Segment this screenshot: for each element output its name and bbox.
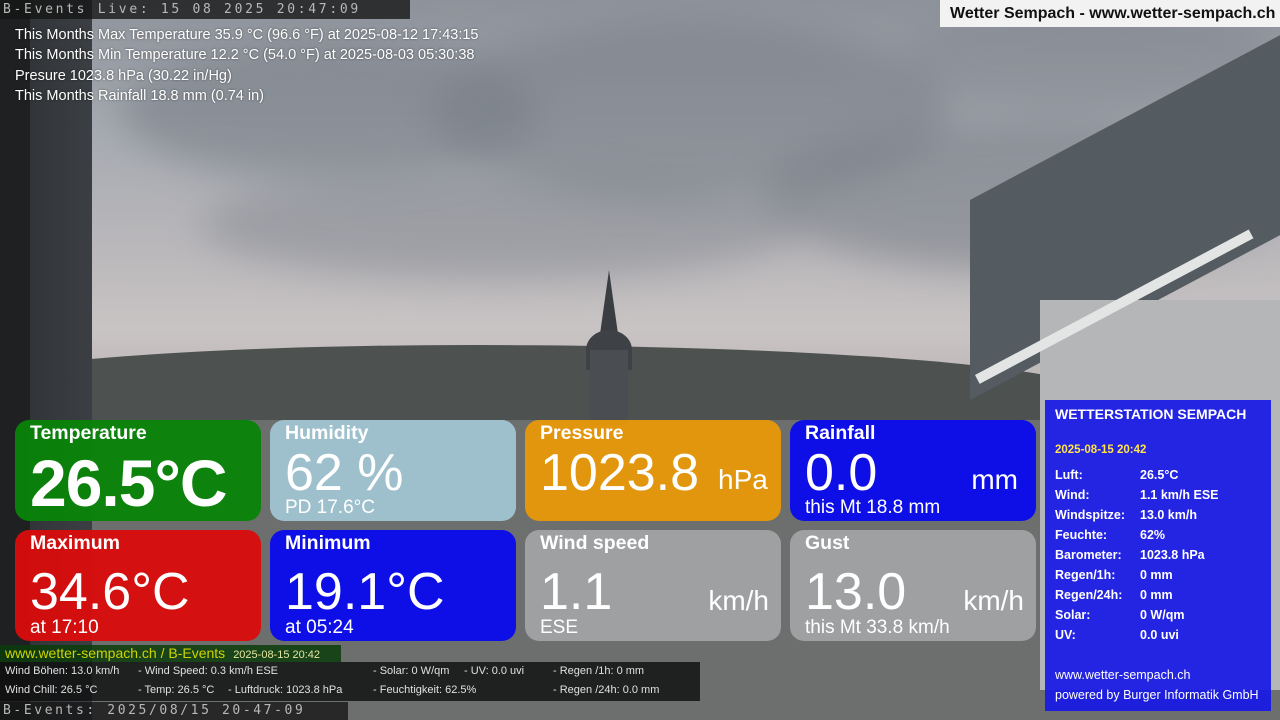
maximum-label: Maximum (30, 532, 120, 554)
rainfall-tile: Rainfall 0.0 mm this Mt 18.8 mm (790, 420, 1036, 521)
site-badge: Wetter Sempach - www.wetter-sempach.ch (940, 0, 1280, 27)
humidity-label: Humidity (285, 422, 369, 444)
ticker-item: - UV: 0.0 uvi (464, 665, 525, 677)
rainfall-label: Rainfall (805, 422, 876, 444)
minimum-time: at 05:24 (285, 617, 354, 638)
station-title: WETTERSTATION SEMPACH (1055, 406, 1247, 422)
pressure-tile: Pressure 1023.8 hPa (525, 420, 781, 521)
ticker-date: 2025-08-15 20:42 (233, 649, 321, 661)
wind-direction: ESE (540, 617, 579, 638)
wind-speed-label: Wind speed (540, 532, 650, 554)
station-row-barometer: Barometer: 1023.8 hPa (1055, 548, 1205, 562)
pressure-unit: hPa (718, 464, 768, 495)
event-timestamp: B-Events: 2025/08/15 20-47-09 (0, 702, 348, 720)
station-footer-credit: powered by Burger Informatik GmbH (1055, 688, 1259, 702)
minimum-tile: Minimum 19.1°C at 05:24 (270, 530, 516, 641)
station-row-wind: Wind: 1.1 km/h ESE (1055, 488, 1219, 502)
station-row-humidity: Feuchte: 62% (1055, 528, 1166, 542)
minimum-value: 19.1°C (285, 563, 445, 621)
ticker-bar: Wind Böhen: 13.0 km/h - Wind Speed: 0.3 … (0, 662, 700, 701)
month-max-temp: This Months Max Temperature 35.9 °C (96.… (15, 27, 479, 43)
ticker-item: Wind Chill: 26.5 °C (5, 684, 98, 696)
ticker-site: www.wetter-sempach.ch / B-Events (5, 645, 226, 661)
live-timestamp: B-Events Live: 15 08 2025 20:47:09 (0, 0, 410, 19)
humidity-tile: Humidity 62 % PD 17.6°C (270, 420, 516, 521)
rainfall-unit: mm (971, 464, 1018, 495)
rainfall-month: this Mt 18.8 mm (805, 497, 941, 518)
station-row-uv: UV: 0.0 uvi (1055, 628, 1179, 642)
maximum-time: at 17:10 (30, 617, 99, 638)
ticker-item: - Solar: 0 W/qm (373, 665, 450, 677)
ticker-item: - Temp: 26.5 °C (138, 684, 215, 696)
temperature-label: Temperature (30, 422, 147, 444)
gust-unit: km/h (963, 585, 1024, 616)
minimum-label: Minimum (285, 532, 371, 554)
maximum-tile: Maximum 34.6°C at 17:10 (15, 530, 261, 641)
humidity-value: 62 % (285, 444, 404, 502)
station-row-rain-1h: Regen/1h: 0 mm (1055, 568, 1173, 582)
gust-month: this Mt 33.8 km/h (805, 617, 950, 638)
station-row-rain-24h: Regen/24h: 0 mm (1055, 588, 1173, 602)
month-min-temp: This Months Min Temperature 12.2 °C (54.… (15, 47, 475, 64)
ticker-item: - Feuchtigkeit: 62.5% (373, 684, 477, 696)
temperature-tile: Temperature 26.5°C (15, 420, 261, 521)
pressure-label: Pressure (540, 422, 624, 444)
station-date: 2025-08-15 20:42 (1055, 444, 1147, 456)
month-pressure: Presure 1023.8 hPa (30.22 in/Hg) (15, 67, 232, 84)
ticker-item: - Wind Speed: 0.3 km/h ESE (138, 665, 279, 677)
ticker-item: Wind Böhen: 13.0 km/h (5, 665, 120, 677)
ticker-header: www.wetter-sempach.ch / B-Events 2025-08-… (0, 645, 341, 662)
gust-tile: Gust 13.0 km/h this Mt 33.8 km/h (790, 530, 1036, 641)
gust-label: Gust (805, 532, 850, 554)
ticker-item: - Luftdruck: 1023.8 hPa (228, 684, 343, 696)
rainfall-value: 0.0 (805, 444, 878, 502)
wind-speed-value: 1.1 (540, 563, 613, 621)
maximum-value: 34.6°C (30, 563, 190, 621)
wind-speed-tile: Wind speed 1.1 km/h ESE (525, 530, 781, 641)
gust-value: 13.0 (805, 563, 907, 621)
pressure-value: 1023.8 (540, 444, 700, 502)
month-stats: This Months Max Temperature 35.9 °C (96.… (15, 25, 479, 106)
church-spire (600, 270, 618, 334)
temperature-value: 26.5°C (30, 446, 228, 520)
wind-speed-unit: km/h (708, 585, 769, 616)
month-rainfall: This Months Rainfall 18.8 mm (0.74 in) (15, 87, 265, 104)
station-panel: WETTERSTATION SEMPACH 2025-08-15 20:42 L… (1045, 400, 1271, 711)
ticker-item: - Regen /1h: 0 mm (553, 665, 645, 677)
station-row-gust: Windspitze: 13.0 km/h (1055, 508, 1197, 522)
station-row-solar: Solar: 0 W/qm (1055, 608, 1185, 622)
station-footer-site: www.wetter-sempach.ch (1055, 668, 1191, 682)
humidity-dewpoint: PD 17.6°C (285, 497, 375, 518)
station-row-air: Luft: 26.5°C (1055, 468, 1179, 482)
church-tower (590, 350, 628, 425)
ticker-item: - Regen /24h: 0.0 mm (553, 684, 660, 696)
